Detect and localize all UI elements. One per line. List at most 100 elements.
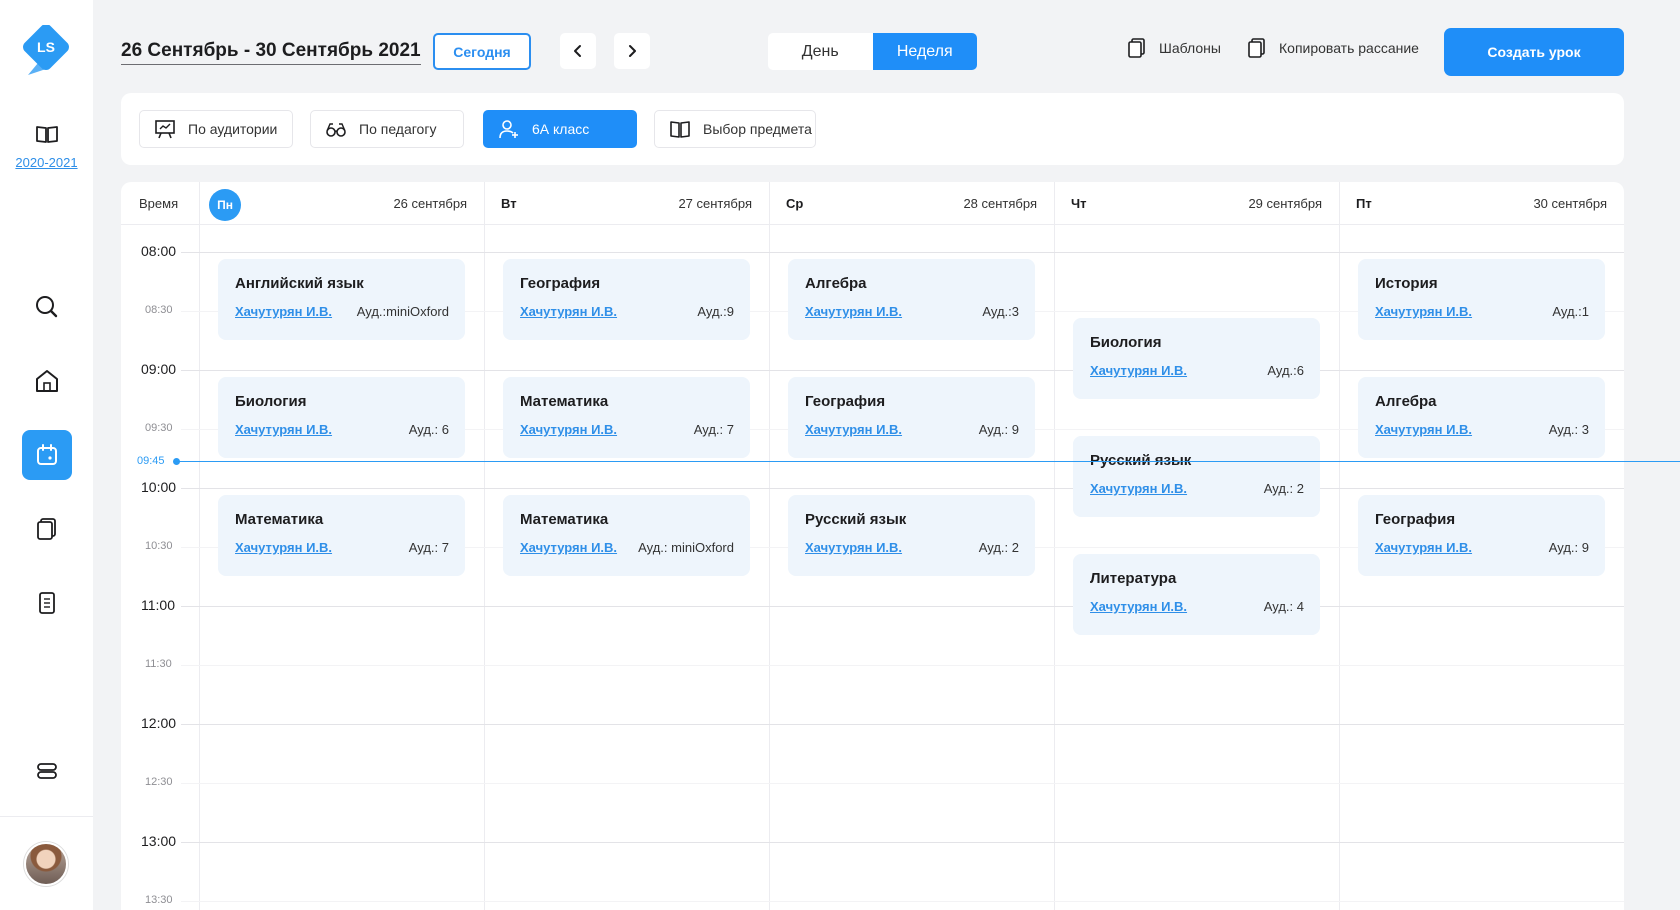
lesson-room: Ауд.: 6 [408,422,449,437]
day-abbr: Чт [1071,196,1087,211]
academic-year-link[interactable]: 2020-2021 [0,155,93,170]
lesson-card[interactable]: География Хачутурян И.В. Ауд.: 9 [1358,495,1605,576]
day-header[interactable]: Вт 27 сентября [484,182,769,225]
lesson-subject: Русский язык [805,511,907,528]
book-icon [35,126,58,143]
documents-icon[interactable] [22,504,72,554]
day-header[interactable]: Пн 26 сентября [199,182,484,225]
today-button[interactable]: Сегодня [433,33,531,70]
hour-gridline [181,252,1624,253]
lesson-details: Хачутурян И.В. Ауд.: 7 [235,540,449,555]
lesson-details: Хачутурян И.В. Ауд.:6 [1090,363,1304,378]
chevron-left-icon [574,45,581,57]
templates-link[interactable]: Шаблоны [1127,38,1221,58]
lesson-room: Ауд.: 9 [1548,540,1589,555]
lesson-card[interactable]: Алгебра Хачутурян И.В. Ауд.: 3 [1358,377,1605,458]
next-week-button[interactable] [614,33,650,69]
current-time-label: 09:45 [137,455,165,467]
lesson-room: Ауд.:6 [1267,363,1304,378]
copy-schedule-link[interactable]: Копировать рассание [1247,38,1419,58]
time-label: 11:30 [145,658,172,670]
notebook-icon[interactable] [22,578,72,628]
filter-by-teacher[interactable]: По педагогу [310,110,464,148]
lesson-room: Ауд.:9 [697,304,734,319]
filter-by-room-label: По аудитории [188,121,278,137]
lesson-room: Ауд.: 4 [1263,599,1304,614]
lesson-teacher-link[interactable]: Хачутурян И.В. [235,304,332,319]
storage-icon[interactable] [22,746,72,796]
day-header[interactable]: Чт 29 сентября [1054,182,1339,225]
time-label: 09:30 [145,422,173,434]
hour-gridline [181,724,1624,725]
lesson-teacher-link[interactable]: Хачутурян И.В. [235,422,332,437]
day-header[interactable]: Ср 28 сентября [769,182,1054,225]
lesson-teacher-link[interactable]: Хачутурян И.В. [805,540,902,555]
lesson-teacher-link[interactable]: Хачутурян И.В. [1090,363,1187,378]
lesson-room: Ауд.: 2 [978,540,1019,555]
calendar-icon[interactable] [22,430,72,480]
previous-week-button[interactable] [560,33,596,69]
time-label: 13:00 [141,833,177,849]
lesson-teacher-link[interactable]: Хачутурян И.В. [520,422,617,437]
lesson-details: Хачутурян И.В. Ауд.:miniOxford [235,304,449,319]
user-avatar[interactable] [24,842,68,886]
column-divider [1339,182,1340,910]
lesson-details: Хачутурян И.В. Ауд.:1 [1375,304,1589,319]
lesson-subject: Биология [235,393,307,410]
lesson-details: Хачутурян И.В. Ауд.: 2 [805,540,1019,555]
view-day-tab[interactable]: День [768,33,873,70]
lesson-card[interactable]: Математика Хачутурян И.В. Ауд.: miniOxford [503,495,750,576]
chevron-right-icon [629,45,636,57]
home-icon[interactable] [22,356,72,406]
lesson-teacher-link[interactable]: Хачутурян И.В. [520,304,617,319]
time-label: 08:30 [145,304,173,316]
search-icon[interactable] [22,282,72,332]
lesson-teacher-link[interactable]: Хачутурян И.В. [1375,304,1472,319]
lesson-card[interactable]: Биология Хачутурян И.В. Ауд.: 6 [218,377,465,458]
lesson-card[interactable]: Русский язык Хачутурян И.В. Ауд.: 2 [1073,436,1320,517]
create-lesson-button[interactable]: Создать урок [1444,28,1624,76]
lesson-room: Ауд.:miniOxford [356,304,449,319]
lesson-card[interactable]: Математика Хачутурян И.В. Ауд.: 7 [218,495,465,576]
column-divider [1054,182,1055,910]
academic-year-selector[interactable]: 2020-2021 [0,124,93,170]
lesson-subject: Математика [235,511,324,528]
lesson-card[interactable]: Математика Хачутурян И.В. Ауд.: 7 [503,377,750,458]
lesson-teacher-link[interactable]: Хачутурян И.В. [1090,599,1187,614]
lesson-teacher-link[interactable]: Хачутурян И.В. [235,540,332,555]
lesson-card[interactable]: Литература Хачутурян И.В. Ауд.: 4 [1073,554,1320,635]
presentation-board-icon [155,120,175,139]
lesson-card[interactable]: Английский язык Хачутурян И.В. Ауд.:miniOx… [218,259,465,340]
lesson-subject: Алгебра [805,275,867,292]
view-week-tab[interactable]: Неделя [872,33,977,70]
filter-class[interactable]: 6А класс [483,110,637,148]
lesson-card[interactable]: Алгебра Хачутурян И.В. Ауд.:3 [788,259,1035,340]
half-hour-gridline [181,783,1624,784]
lesson-teacher-link[interactable]: Хачутурян И.В. [805,304,902,319]
lesson-teacher-link[interactable]: Хачутурян И.В. [1375,540,1472,555]
lesson-details: Хачутурян И.В. Ауд.: 7 [520,422,734,437]
date-range-title[interactable]: 26 Сентябрь - 30 Сентябрь 2021 [121,40,421,65]
lesson-card[interactable]: Русский язык Хачутурян И.В. Ауд.: 2 [788,495,1035,576]
lesson-card[interactable]: Биология Хачутурян И.В. Ауд.:6 [1073,318,1320,399]
lesson-subject: Биология [1090,334,1162,351]
lesson-teacher-link[interactable]: Хачутурян И.В. [1375,422,1472,437]
filter-by-room[interactable]: По аудитории [139,110,293,148]
day-abbr: Пн [209,189,241,221]
lesson-teacher-link[interactable]: Хачутурян И.В. [805,422,902,437]
lesson-card[interactable]: История Хачутурян И.В. Ауд.:1 [1358,259,1605,340]
lesson-card[interactable]: География Хачутурян И.В. Ауд.:9 [503,259,750,340]
lesson-teacher-link[interactable]: Хачутурян И.В. [1090,481,1187,496]
day-abbr: Вт [501,196,517,211]
lesson-teacher-link[interactable]: Хачутурян И.В. [520,540,617,555]
lesson-subject: Математика [520,393,609,410]
lesson-subject: География [520,275,601,292]
filter-subject[interactable]: Выбор предмета [654,110,816,148]
day-header[interactable]: Пт 30 сентября [1339,182,1624,225]
day-date: 27 сентября [678,196,752,211]
time-label: 13:30 [145,894,173,906]
lesson-card[interactable]: География Хачутурян И.В. Ауд.: 9 [788,377,1035,458]
time-label: 10:30 [145,540,173,552]
logo[interactable]: LS [22,25,70,83]
half-hour-gridline [181,665,1624,666]
